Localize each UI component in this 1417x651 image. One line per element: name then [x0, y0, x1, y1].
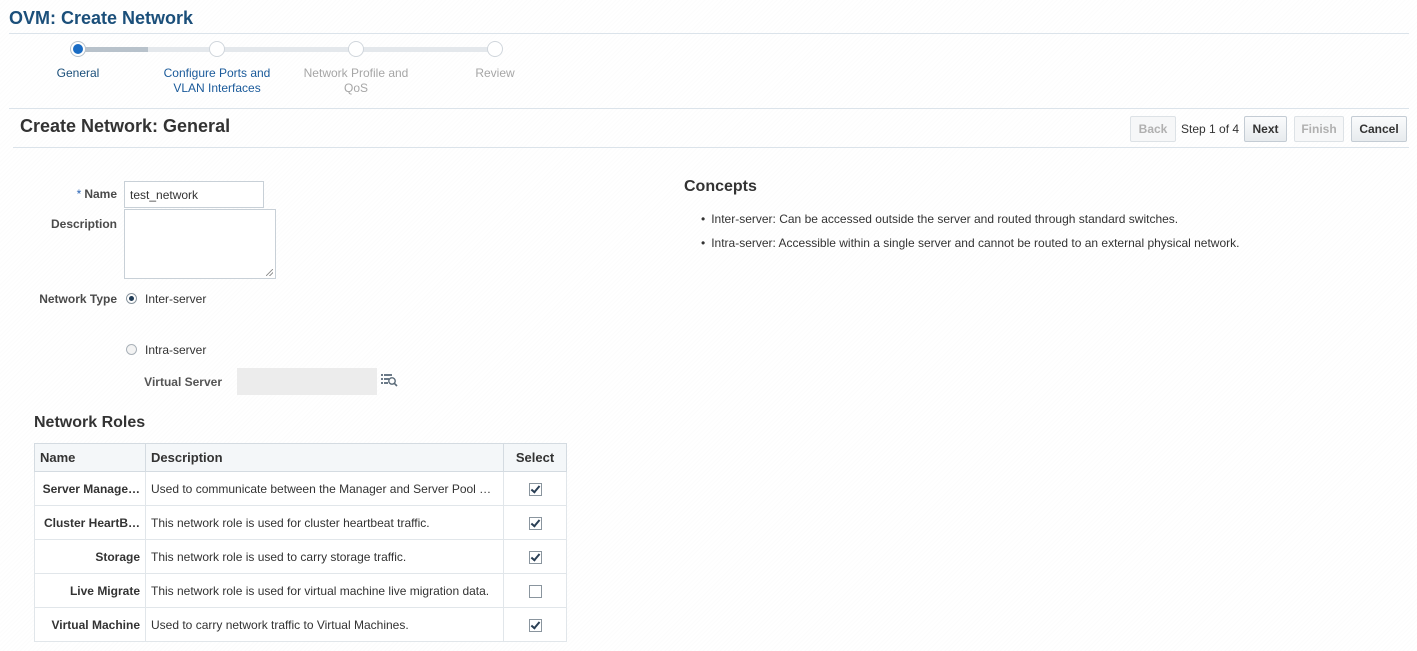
virtual-server-label: Virtual Server [144, 375, 222, 389]
table-row[interactable]: Storage This network role is used to car… [34, 539, 567, 574]
train-label-network-profile: Network Profile and QoS [303, 66, 409, 95]
description-label: Description [50, 217, 117, 231]
concepts-heading: Concepts [684, 178, 757, 195]
role-select-checkbox[interactable] [528, 516, 542, 530]
title-divider [9, 33, 1409, 34]
app-title: OVM: Create Network [9, 8, 194, 28]
role-description: Used to carry network traffic to Virtual… [145, 607, 504, 642]
name-label: * Name [76, 187, 117, 201]
role-description: This network role is used for cluster he… [145, 505, 504, 540]
virtual-server-field[interactable] [237, 368, 377, 395]
train-stop-review [487, 41, 503, 57]
table-row[interactable]: Virtual Machine Used to carry network tr… [34, 607, 567, 642]
step-indicator: Step 1 of 4 [1181, 122, 1240, 136]
role-name: Live Migrate [34, 573, 146, 608]
train-stop-network-profile [348, 41, 364, 57]
column-header-name[interactable]: Name [34, 443, 146, 472]
column-header-select[interactable]: Select [503, 443, 567, 472]
train-stop-configure-ports[interactable] [209, 41, 225, 57]
role-name: Cluster HeartB… [34, 505, 146, 540]
role-select-checkbox[interactable] [528, 618, 542, 632]
train-divider [9, 108, 1409, 109]
train-label-configure-ports[interactable]: Configure Ports and VLAN Interfaces [157, 66, 277, 96]
role-name: Storage [34, 539, 146, 574]
network-roles-table: Name Description Select Server Manage… U… [34, 443, 567, 642]
table-row[interactable]: Server Manage… Used to communicate betwe… [34, 471, 567, 506]
concept-intra-server: Intra-server: Accessible within a single… [701, 236, 1239, 250]
next-button[interactable]: Next [1244, 116, 1287, 142]
train-progress-remaining [148, 47, 495, 52]
back-button[interactable]: Back [1130, 116, 1176, 142]
required-marker: * [76, 187, 82, 201]
network-type-label: Network Type [39, 292, 117, 306]
role-description: This network role is used for virtual ma… [145, 573, 504, 608]
intra-server-radio[interactable] [126, 344, 137, 355]
role-select-checkbox[interactable] [528, 584, 542, 598]
cancel-button[interactable]: Cancel [1351, 116, 1407, 142]
finish-button[interactable]: Finish [1294, 116, 1344, 142]
inter-server-radio[interactable] [126, 293, 137, 304]
role-name: Virtual Machine [34, 607, 146, 642]
table-row[interactable]: Live Migrate This network role is used f… [34, 573, 567, 608]
description-field[interactable] [124, 209, 276, 279]
search-list-icon[interactable] [381, 373, 398, 387]
train-label-review: Review [475, 66, 515, 80]
table-row[interactable]: Cluster HeartB… This network role is use… [34, 505, 567, 540]
role-description: Used to communicate between the Manager … [145, 471, 504, 506]
concept-inter-server: Inter-server: Can be accessed outside th… [701, 212, 1178, 226]
role-name: Server Manage… [34, 471, 146, 506]
inter-server-label[interactable]: Inter-server [145, 292, 206, 306]
role-select-checkbox[interactable] [528, 482, 542, 496]
role-description: This network role is used to carry stora… [145, 539, 504, 574]
table-header-row: Name Description Select [34, 443, 567, 472]
role-select-checkbox[interactable] [528, 550, 542, 564]
header-divider [13, 147, 1409, 148]
network-roles-heading: Network Roles [34, 414, 146, 431]
page-title: Create Network: General [20, 116, 231, 136]
column-header-description[interactable]: Description [145, 443, 504, 472]
intra-server-label[interactable]: Intra-server [145, 343, 206, 357]
train-stop-general [70, 41, 86, 57]
train-label-general: General [56, 66, 100, 80]
resize-grip-icon[interactable] [266, 269, 273, 276]
train-progress-done [78, 47, 148, 52]
name-field[interactable] [124, 181, 264, 208]
